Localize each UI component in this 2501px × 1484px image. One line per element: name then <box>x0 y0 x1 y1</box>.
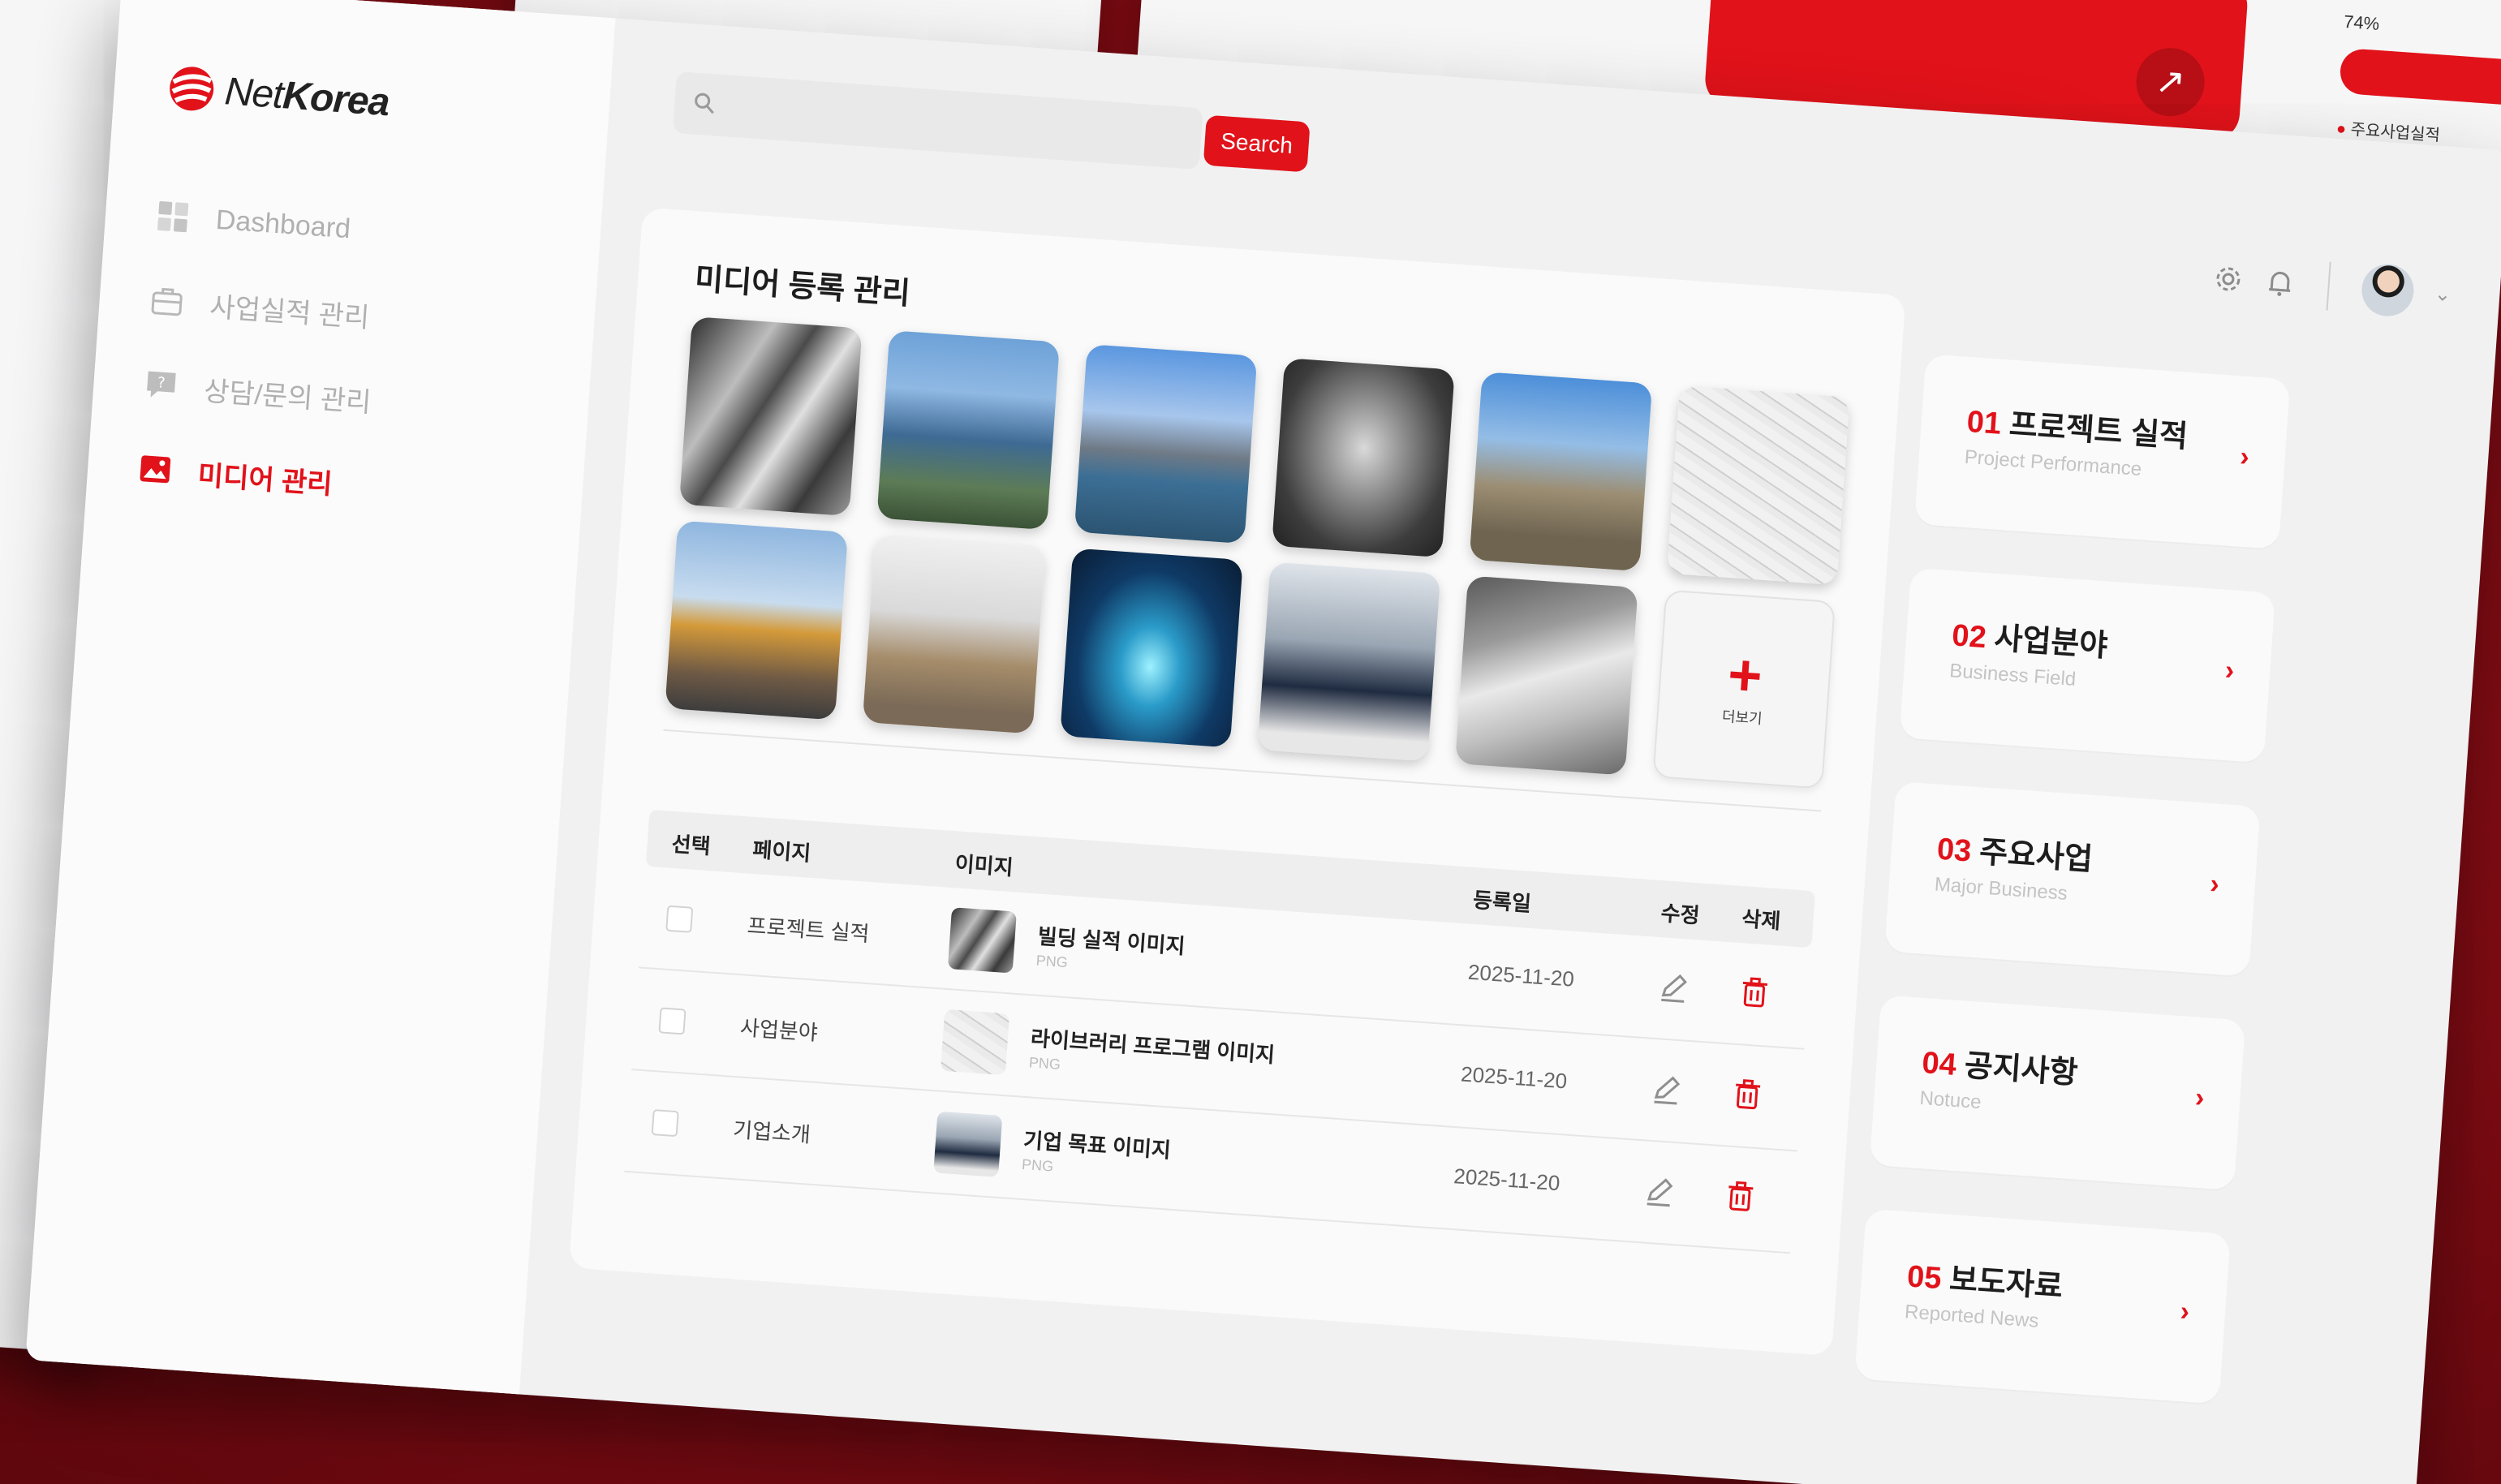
row-date: 2025-11-20 <box>1453 1164 1561 1196</box>
quick-links: 01 프로젝트 실적 Project Performance › 02 사업분야 B… <box>1852 354 2291 1447</box>
sidebar: NetKorea Dashboard 사업실적 관리 ? 상담/문의 관리 미디… <box>25 0 616 1395</box>
media-thumbnail-tunnel[interactable] <box>1272 358 1455 558</box>
row-date: 2025-11-20 <box>1460 1061 1569 1094</box>
header-date: 등록일 <box>1472 887 1532 916</box>
media-thumbnail-building-bw[interactable] <box>678 316 863 517</box>
netkorea-logo[interactable]: NetKorea <box>165 58 391 131</box>
chevron-right-icon: › <box>2179 1295 2191 1327</box>
row-checkbox[interactable] <box>665 905 694 933</box>
quicklink-title: 04 공지사항 <box>1921 1046 2079 1091</box>
media-thumbnail-tablet-drawing[interactable] <box>1454 575 1638 776</box>
briefcase-icon <box>147 281 187 320</box>
quicklink-subtitle: Notuce <box>1918 1086 1982 1114</box>
row-file-type: PNG <box>1021 1155 1054 1175</box>
quicklink-subtitle: Business Field <box>1948 660 2077 691</box>
media-thumbnail-cranes[interactable] <box>665 520 849 720</box>
quicklink-project-performance[interactable]: 01 프로젝트 실적 Project Performance › <box>1913 354 2291 550</box>
trash-icon[interactable] <box>1736 974 1774 1012</box>
svg-text:?: ? <box>157 374 166 392</box>
row-checkbox[interactable] <box>658 1007 687 1035</box>
page-title: 미디어 등록 관리 <box>693 262 911 312</box>
sidebar-item-label: 미디어 관리 <box>196 459 334 501</box>
search-input[interactable] <box>672 71 1203 170</box>
header-delete: 삭제 <box>1741 906 1782 934</box>
media-management-panel: 미디어 등록 관리 + 더보기 선택 페이지 이미지 등록일 수정 삭제 프로젝… <box>568 207 1906 1357</box>
chevron-down-icon[interactable]: ⌄ <box>2434 282 2451 306</box>
chevron-right-icon: › <box>2209 868 2221 900</box>
sidebar-item-label: Dashboard <box>214 204 352 244</box>
row-image-name: 라이브러리 프로그램 이미지 <box>1030 1026 1276 1068</box>
header-select: 선택 <box>670 831 712 859</box>
more-media-button[interactable]: + 더보기 <box>1652 589 1836 789</box>
quicklink-notice[interactable]: 04 공지사항 Notuce › <box>1869 995 2246 1191</box>
quicklink-subtitle: Major Business <box>1934 873 2068 905</box>
header-edit: 수정 <box>1659 901 1701 928</box>
search-button[interactable]: Search <box>1203 114 1311 173</box>
progress-bar <box>2339 47 2501 108</box>
row-page: 기업소개 <box>732 1117 811 1147</box>
arrow-up-right-icon: ↗ <box>2133 45 2207 119</box>
divider <box>2326 261 2331 311</box>
sidebar-item-label: 상담/문의 관리 <box>202 375 372 419</box>
chat-question-icon: ? <box>141 365 181 405</box>
row-file-type: PNG <box>1035 952 1069 971</box>
media-thumbnail-plant[interactable] <box>1469 372 1653 572</box>
quicklink-subtitle: Project Performance <box>1963 445 2143 481</box>
quicklink-major-business[interactable]: 03 주요사업 Major Business › <box>1884 781 2261 977</box>
dashboard-grid-icon <box>153 197 193 237</box>
logo-mark-icon <box>165 62 218 115</box>
quicklink-reported-news[interactable]: 05 보도자료 Reported News › <box>1854 1208 2231 1404</box>
row-page: 프로젝트 실적 <box>746 913 871 947</box>
quicklink-title: 03 주요사업 <box>1935 832 2094 877</box>
avatar[interactable] <box>2360 262 2416 318</box>
row-checkbox[interactable] <box>651 1109 679 1138</box>
header-page: 페이지 <box>751 837 812 866</box>
quicklink-title: 02 사업분야 <box>1950 618 2109 664</box>
media-thumbnail-business-meeting[interactable] <box>1257 561 1441 762</box>
row-thumbnail <box>947 907 1017 974</box>
trash-icon[interactable] <box>1721 1177 1759 1215</box>
admin-dashboard-window: NetKorea Dashboard 사업실적 관리 ? 상담/문의 관리 미디… <box>25 0 2501 1484</box>
media-thumbnail-construction-model[interactable] <box>862 534 1046 734</box>
bell-icon[interactable] <box>2263 266 2297 299</box>
image-icon <box>136 450 175 489</box>
row-page: 사업분야 <box>739 1015 819 1045</box>
trash-icon[interactable] <box>1728 1076 1767 1114</box>
plus-icon: + <box>1725 642 1765 709</box>
media-thumbnail-office-tower[interactable] <box>876 330 1061 531</box>
media-thumbnail-digital-tower[interactable] <box>1060 548 1243 748</box>
media-thumbnail-bridge[interactable] <box>1074 344 1258 544</box>
quicklink-business-field[interactable]: 02 사업분야 Business Field › <box>1899 567 2276 764</box>
row-date: 2025-11-20 <box>1467 959 1575 991</box>
media-thumbnail-blueprint[interactable] <box>1666 385 1850 586</box>
row-thumbnail <box>933 1111 1003 1177</box>
media-gallery: + 더보기 <box>665 316 1850 789</box>
chevron-right-icon: › <box>2239 441 2251 473</box>
quicklink-subtitle: Reported News <box>1904 1301 2040 1332</box>
more-label: 더보기 <box>1721 708 1763 728</box>
sidebar-nav: Dashboard 사업실적 관리 ? 상담/문의 관리 미디어 관리 <box>134 174 579 540</box>
sidebar-item-label: 사업실적 관리 <box>209 291 371 333</box>
row-file-type: PNG <box>1028 1054 1061 1073</box>
row-thumbnail <box>941 1009 1010 1076</box>
chevron-right-icon: › <box>2223 654 2236 686</box>
chevron-right-icon: › <box>2193 1082 2206 1114</box>
quicklink-title: 05 보도자료 <box>1905 1259 2064 1305</box>
pencil-icon[interactable] <box>1655 968 1693 1006</box>
gear-icon[interactable] <box>2212 263 2245 296</box>
logo-wordmark: NetKorea <box>223 69 391 124</box>
header-tools: ⌄ <box>2211 252 2453 320</box>
progress-percent: 74% <box>2343 11 2381 34</box>
search-icon <box>695 92 714 114</box>
presentation-stage: ⌄ ↗ 74% ● 주요사업실적 NetKorea <box>0 0 2501 1484</box>
pencil-icon[interactable] <box>1640 1172 1678 1210</box>
quicklink-title: 01 프로젝트 실적 <box>1965 404 2189 454</box>
pencil-icon[interactable] <box>1647 1070 1685 1108</box>
media-table: 선택 페이지 이미지 등록일 수정 삭제 프로젝트 실적 빌딩 실적 이미지 P… <box>624 809 1816 1254</box>
header-image: 이미지 <box>953 851 1014 880</box>
